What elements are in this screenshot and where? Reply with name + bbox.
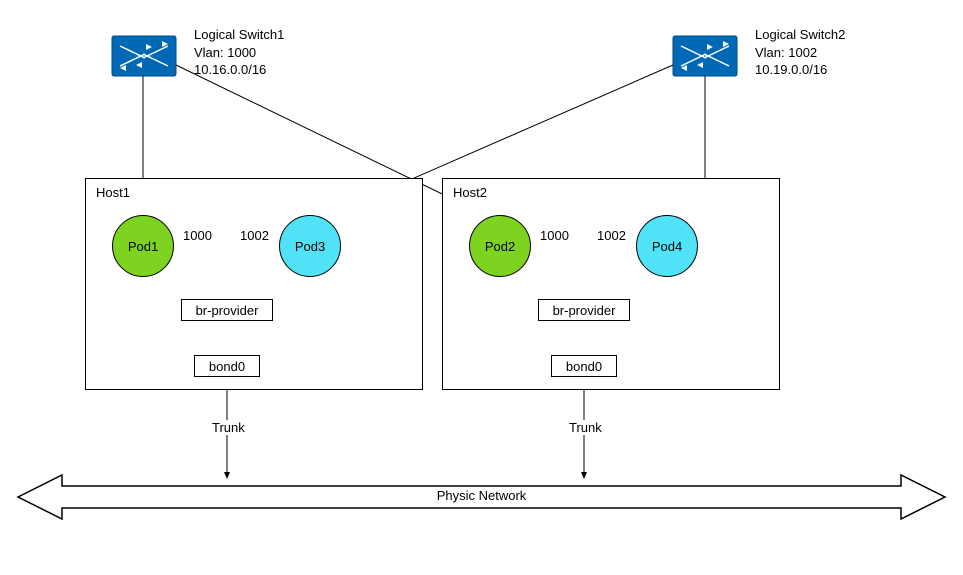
pod3-label: Pod3 — [295, 239, 325, 254]
host1-bond: bond0 — [194, 355, 260, 377]
switch1-label: Logical Switch1 Vlan: 1000 10.16.0.0/16 — [194, 26, 284, 79]
physic-network-arrow — [18, 475, 945, 519]
host2-trunk: Trunk — [567, 420, 604, 435]
host1-bridge: br-provider — [181, 299, 273, 321]
pod4: Pod4 — [636, 215, 698, 277]
host1-vlan-left: 1000 — [183, 228, 212, 243]
switch2-subnet: 10.19.0.0/16 — [755, 61, 845, 79]
host2-vlan-right: 1002 — [597, 228, 626, 243]
pod4-label: Pod4 — [652, 239, 682, 254]
pod2: Pod2 — [469, 215, 531, 277]
pod1: Pod1 — [112, 215, 174, 277]
pod2-label: Pod2 — [485, 239, 515, 254]
switch1-subnet: 10.16.0.0/16 — [194, 61, 284, 79]
host2-bridge: br-provider — [538, 299, 630, 321]
host1-vlan-right: 1002 — [240, 228, 269, 243]
switch2-icon — [673, 36, 737, 76]
physic-network-label: Physic Network — [437, 488, 527, 503]
pod3: Pod3 — [279, 215, 341, 277]
switch1-icon — [112, 36, 176, 76]
host1-trunk: Trunk — [210, 420, 247, 435]
host2-bond: bond0 — [551, 355, 617, 377]
host1-label: Host1 — [96, 185, 130, 200]
pod1-label: Pod1 — [128, 239, 158, 254]
host2-vlan-left: 1000 — [540, 228, 569, 243]
host2-label: Host2 — [453, 185, 487, 200]
switch1-vlan: Vlan: 1000 — [194, 44, 284, 62]
switch1-name: Logical Switch1 — [194, 26, 284, 44]
switch2-label: Logical Switch2 Vlan: 1002 10.19.0.0/16 — [755, 26, 845, 79]
switch2-vlan: Vlan: 1002 — [755, 44, 845, 62]
switch2-name: Logical Switch2 — [755, 26, 845, 44]
